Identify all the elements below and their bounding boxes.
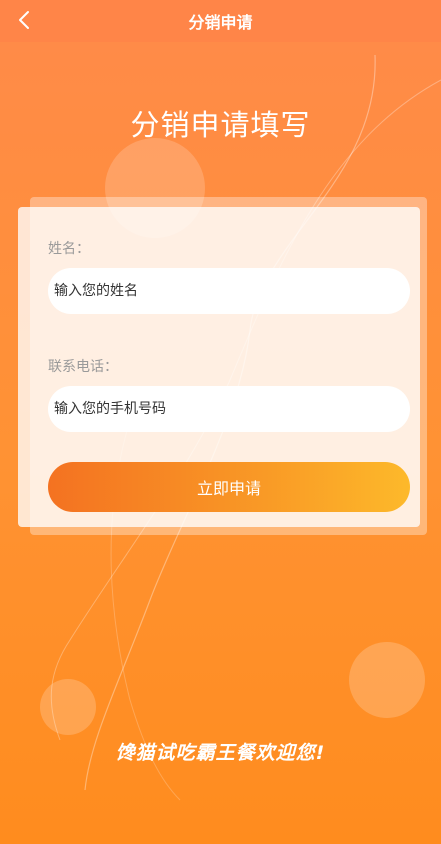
- submit-apply-button[interactable]: 立即申请: [48, 462, 410, 512]
- nav-bar: 分销申请: [0, 0, 441, 42]
- back-button[interactable]: [10, 6, 38, 34]
- phone-input[interactable]: [48, 386, 410, 432]
- chevron-left-icon: [19, 11, 29, 29]
- name-input[interactable]: [48, 268, 410, 314]
- nav-title: 分销申请: [188, 13, 253, 32]
- page-headline: 分销申请填写: [130, 108, 311, 142]
- welcome-slogan: 馋猫试吃霸王餐欢迎您!: [115, 742, 326, 764]
- phone-label: 联系电话：: [48, 359, 118, 375]
- name-label: 姓名：: [48, 241, 90, 257]
